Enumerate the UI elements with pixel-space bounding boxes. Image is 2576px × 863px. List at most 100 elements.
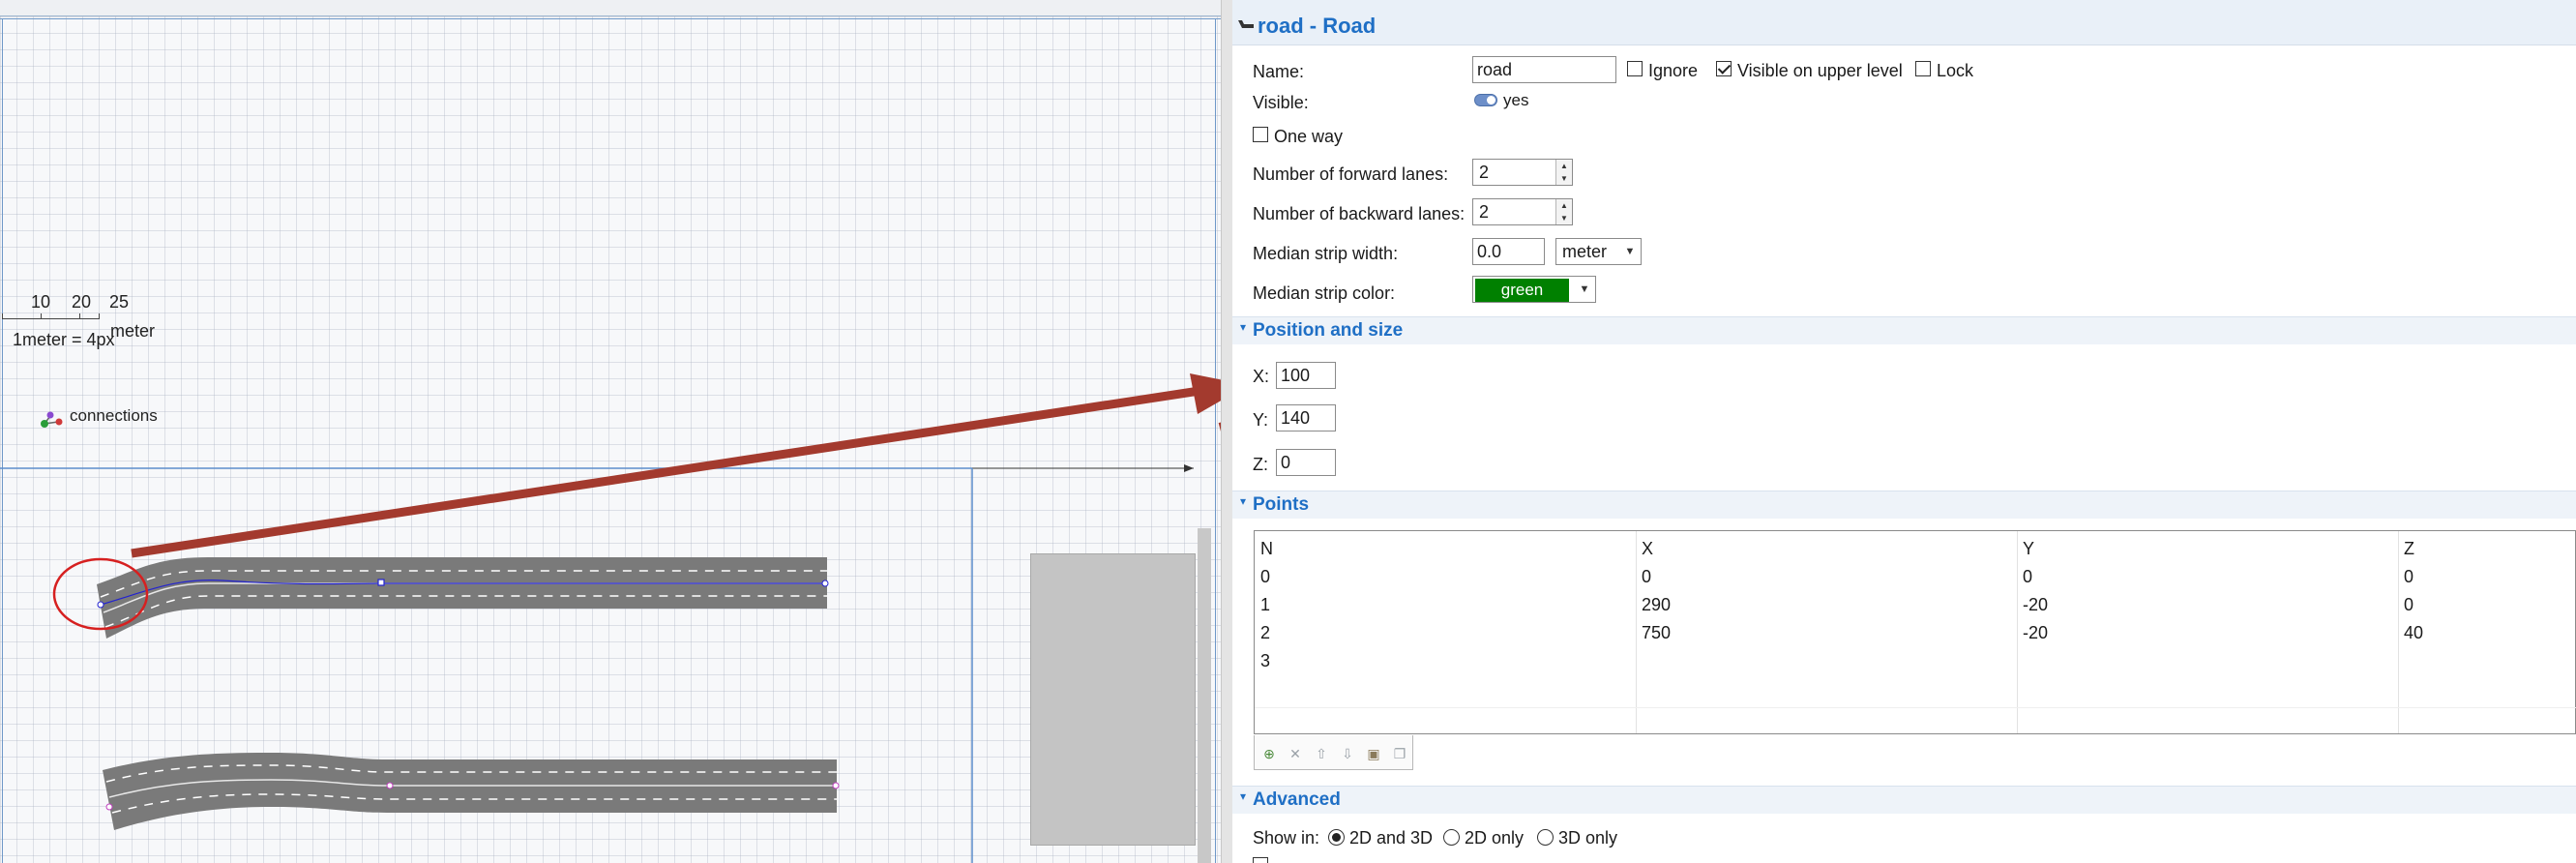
visible-label: Visible: bbox=[1253, 93, 1309, 112]
median-strip-unit-select[interactable]: meter ▼ bbox=[1555, 238, 1642, 265]
chevron-down-icon: ▾ bbox=[1240, 494, 1247, 508]
chevron-down-icon: ▼ bbox=[1624, 246, 1636, 257]
backward-lanes-value: 2 bbox=[1479, 202, 1490, 222]
table-header-cell: X bbox=[1642, 539, 1654, 558]
show-in-3d-only-radio[interactable] bbox=[1537, 829, 1554, 846]
table-column-divider bbox=[1636, 531, 1637, 733]
table-cell[interactable]: 290 bbox=[1642, 595, 1671, 615]
show-in-2d-and-3d-radio[interactable] bbox=[1328, 829, 1345, 846]
show-in-option-label: 2D and 3D bbox=[1349, 828, 1434, 848]
scale-tick bbox=[99, 313, 100, 319]
table-cell[interactable]: -20 bbox=[2023, 623, 2048, 643]
properties-header: road - Road bbox=[1232, 0, 2576, 45]
properties-title: road - Road bbox=[1258, 14, 1377, 38]
move-down-icon[interactable]: ⇩ bbox=[1337, 743, 1358, 764]
median-strip-color-label: Median strip color: bbox=[1253, 283, 1396, 303]
canvas-top-bar bbox=[0, 0, 1221, 16]
z-input[interactable] bbox=[1276, 449, 1336, 476]
table-cell[interactable]: 40 bbox=[2404, 623, 2423, 643]
spin-down-icon[interactable]: ▼ bbox=[1556, 212, 1572, 224]
ignore-label: Ignore bbox=[1648, 61, 1699, 80]
visible-on-upper-level-checkbox[interactable] bbox=[1716, 61, 1732, 76]
table-cell[interactable]: 0 bbox=[2404, 567, 2413, 587]
median-color-swatch: green bbox=[1475, 279, 1569, 302]
table-cell[interactable]: 750 bbox=[1642, 623, 1671, 643]
table-column-divider bbox=[2017, 531, 2018, 733]
move-up-icon[interactable]: ⇧ bbox=[1311, 743, 1332, 764]
name-input[interactable] bbox=[1472, 56, 1616, 83]
table-cell[interactable]: 2 bbox=[1260, 623, 1270, 643]
table-cell[interactable]: 0 bbox=[1260, 567, 1270, 587]
forward-lanes-spinner[interactable]: 2 ▲ ▼ bbox=[1472, 159, 1573, 186]
table-header-cell: N bbox=[1260, 539, 1273, 558]
table-cell[interactable]: 3 bbox=[1260, 651, 1270, 671]
table-cell[interactable]: 0 bbox=[2404, 595, 2413, 615]
scale-unit-label: meter bbox=[110, 321, 156, 341]
graphical-editor-canvas[interactable]: 10 20 25 1meter = 4px meter connections bbox=[0, 0, 1221, 863]
spin-up-icon[interactable]: ▲ bbox=[1556, 199, 1572, 212]
table-column-divider bbox=[2398, 531, 2399, 733]
paste-icon[interactable]: ▣ bbox=[1363, 743, 1384, 764]
scale-line bbox=[2, 318, 99, 319]
table-row-divider bbox=[1255, 707, 2576, 708]
connections-label[interactable]: connections bbox=[70, 406, 158, 426]
one-way-label: One way bbox=[1274, 127, 1344, 146]
y-input[interactable] bbox=[1276, 404, 1336, 432]
show-in-option-label: 2D only bbox=[1465, 828, 1525, 848]
z-label: Z: bbox=[1253, 455, 1268, 474]
scale-tick bbox=[79, 313, 80, 319]
chevron-down-icon: ▼ bbox=[1579, 283, 1590, 295]
scale-ratio-label: 1meter = 4px bbox=[13, 330, 115, 349]
table-cell[interactable]: 1 bbox=[1260, 595, 1270, 615]
points-table-toolbar: ⊕ ✕ ⇧ ⇩ ▣ ❐ bbox=[1254, 735, 1413, 770]
scale-tick bbox=[41, 313, 42, 319]
advanced-section[interactable]: ▾ Advanced bbox=[1232, 786, 2576, 814]
chevron-down-icon: ▾ bbox=[1240, 789, 1247, 803]
visible-on-upper-level-label: Visible on upper level bbox=[1737, 61, 1903, 80]
table-cell[interactable]: 0 bbox=[1642, 567, 1651, 587]
show-in-2d-only-radio[interactable] bbox=[1443, 829, 1460, 846]
scale-tick-label: 10 bbox=[31, 292, 51, 312]
delete-point-icon[interactable]: ✕ bbox=[1285, 743, 1306, 764]
scale-tick-label: 20 bbox=[72, 292, 92, 312]
add-point-icon[interactable]: ⊕ bbox=[1258, 743, 1280, 764]
canvas-frame-left-border bbox=[2, 18, 3, 863]
forward-lanes-label: Number of forward lanes: bbox=[1253, 164, 1449, 184]
median-strip-width-input[interactable] bbox=[1472, 238, 1545, 265]
ignore-checkbox[interactable] bbox=[1627, 61, 1643, 76]
median-strip-unit-value: meter bbox=[1562, 242, 1608, 261]
advanced-option-checkbox[interactable] bbox=[1253, 857, 1268, 863]
lock-label: Lock bbox=[1937, 61, 1974, 80]
table-header-cell: Y bbox=[2023, 539, 2035, 558]
forward-lanes-value: 2 bbox=[1479, 163, 1490, 182]
canvas-frame-top-border bbox=[0, 18, 1221, 19]
table-cell[interactable]: -20 bbox=[2023, 595, 2048, 615]
backward-lanes-label: Number of backward lanes: bbox=[1253, 204, 1466, 223]
spin-down-icon[interactable]: ▼ bbox=[1556, 172, 1572, 185]
chevron-down-icon: ▾ bbox=[1240, 320, 1247, 334]
visible-toggle[interactable] bbox=[1474, 94, 1497, 106]
x-input[interactable] bbox=[1276, 362, 1336, 389]
road-icon bbox=[1238, 20, 1254, 28]
name-label: Name: bbox=[1253, 62, 1305, 81]
copy-icon[interactable]: ❐ bbox=[1389, 743, 1410, 764]
scale-tick-label: 25 bbox=[109, 292, 130, 312]
lock-checkbox[interactable] bbox=[1915, 61, 1931, 76]
spin-up-icon[interactable]: ▲ bbox=[1556, 160, 1572, 172]
points-section[interactable]: ▾ Points bbox=[1232, 491, 2576, 519]
table-cell[interactable]: 0 bbox=[2023, 567, 2032, 587]
backward-lanes-spinner[interactable]: 2 ▲ ▼ bbox=[1472, 198, 1573, 225]
position-and-size-section[interactable]: ▾ Position and size bbox=[1232, 316, 2576, 344]
show-in-option-label: 3D only bbox=[1558, 828, 1618, 848]
one-way-checkbox[interactable] bbox=[1253, 127, 1268, 142]
gray-rectangle-shape[interactable] bbox=[1030, 553, 1196, 846]
canvas-vertical-scrollbar[interactable] bbox=[1198, 528, 1211, 863]
show-in-label: Show in: bbox=[1253, 828, 1320, 848]
position-and-size-title: Position and size bbox=[1253, 320, 1404, 341]
advanced-title: Advanced bbox=[1253, 789, 1341, 810]
points-table[interactable]: N X Y Z 0 0 0 0 1 290 -20 0 2 750 -20 40… bbox=[1254, 530, 2576, 734]
scale-tick bbox=[2, 313, 3, 319]
table-header-cell: Z bbox=[2404, 539, 2414, 558]
x-label: X: bbox=[1253, 367, 1270, 386]
connections-icon[interactable] bbox=[37, 408, 66, 432]
